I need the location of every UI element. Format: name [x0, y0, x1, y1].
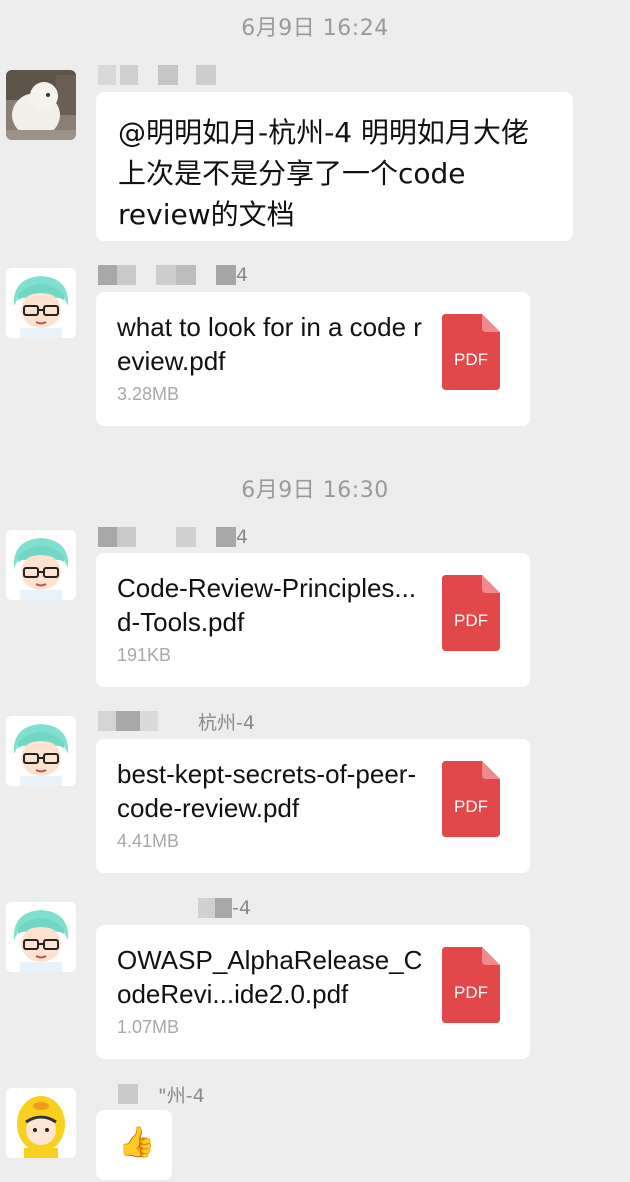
- message-line: review的文档: [118, 198, 295, 231]
- file-message-bubble[interactable]: what to look for in a code review.pdf 3.…: [96, 292, 530, 426]
- sender-name-blurred: -4: [98, 897, 251, 919]
- pdf-label: PDF: [454, 797, 488, 816]
- file-size: 4.41MB: [117, 831, 180, 851]
- pdf-file-icon: PDF: [442, 314, 500, 390]
- pdf-label: PDF: [454, 350, 488, 369]
- file-message-bubble[interactable]: OWASP_AlphaRelease_CodeRevi...ide2.0.pdf…: [96, 925, 530, 1059]
- avatar-cartoon-boy[interactable]: [6, 716, 76, 786]
- pdf-file-icon: PDF: [442, 947, 500, 1023]
- file-message-bubble[interactable]: best-kept-secrets-of-peer-code-review.pd…: [96, 739, 530, 873]
- pdf-label: PDF: [454, 983, 488, 1002]
- avatar-yellow-duck[interactable]: [6, 1088, 76, 1158]
- file-name: best-kept-secrets-of-peer-code-review.pd…: [117, 759, 417, 823]
- avatar-cartoon-boy[interactable]: [6, 902, 76, 972]
- file-name: Code-Review-Principles...d-Tools.pdf: [117, 573, 417, 637]
- sender-name-blurred: 4: [98, 264, 248, 286]
- sender-name-suffix: "州-4: [158, 1084, 205, 1107]
- sender-name-suffix: 4: [236, 264, 249, 286]
- file-name: what to look for in a code review.pdf: [117, 312, 422, 376]
- avatar-cartoon-boy[interactable]: [6, 530, 76, 600]
- sender-name-blurred: 4: [98, 526, 248, 548]
- sender-name-suffix: 4: [236, 526, 249, 548]
- message-line: @明明如月-杭州-4 明明如月大佬: [118, 116, 529, 149]
- file-name: OWASP_AlphaRelease_CodeRevi...ide2.0.pdf: [117, 945, 423, 1009]
- timestamp: 6月9日 16:24: [241, 16, 389, 41]
- file-size: 191KB: [117, 645, 172, 665]
- message-line: 上次是不是分享了一个code: [118, 157, 466, 190]
- sender-name-blurred: [98, 64, 216, 86]
- pdf-label: PDF: [454, 611, 488, 630]
- sender-name-suffix: 杭州-4: [198, 711, 255, 734]
- pdf-file-icon: PDF: [442, 575, 500, 651]
- pdf-file-icon: PDF: [442, 761, 500, 837]
- sender-name-blurred: 杭州-4: [98, 710, 255, 734]
- file-size: 1.07MB: [117, 1017, 180, 1037]
- sender-name-blurred: "州-4: [98, 1083, 205, 1107]
- avatar-cartoon-boy[interactable]: [6, 268, 76, 338]
- file-message-bubble[interactable]: Code-Review-Principles...d-Tools.pdf 191…: [96, 553, 530, 687]
- timestamp: 6月9日 16:30: [241, 478, 389, 503]
- avatar-dog-photo[interactable]: [6, 70, 76, 140]
- file-size: 3.28MB: [117, 384, 180, 404]
- sender-name-suffix: -4: [232, 897, 251, 919]
- message-bubble-text[interactable]: @明明如月-杭州-4 明明如月大佬 上次是不是分享了一个code review的…: [96, 92, 573, 241]
- thumbs-up-emoji: 👍: [118, 1125, 156, 1160]
